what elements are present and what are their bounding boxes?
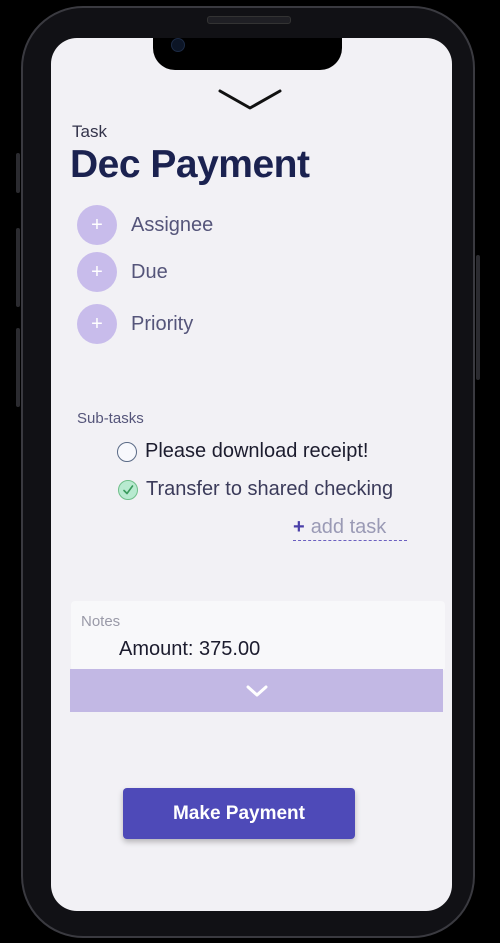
volume-down-button (16, 328, 20, 407)
field-priority[interactable]: + Priority (77, 304, 193, 344)
plus-icon: + (293, 516, 305, 538)
field-due[interactable]: + Due (77, 252, 168, 292)
make-payment-button[interactable]: Make Payment (123, 788, 355, 839)
subtask-item[interactable]: Please download receipt! (117, 440, 368, 463)
notes-label: Notes (81, 613, 121, 630)
field-label-priority: Priority (131, 312, 194, 335)
speaker-grille (207, 16, 291, 24)
chevron-down-icon (246, 685, 267, 696)
task-title: Dec Payment (70, 143, 310, 186)
checkbox-unchecked-icon[interactable] (117, 441, 137, 462)
checkmark-icon (123, 484, 134, 494)
chevron-down-icon[interactable] (218, 88, 282, 112)
front-camera (171, 38, 185, 52)
subtask-text: Transfer to shared checking (146, 478, 394, 500)
add-task-button[interactable]: + add task (293, 516, 407, 541)
volume-up-button (16, 228, 20, 307)
subtask-text: Please download receipt! (145, 440, 369, 462)
checkbox-checked-icon[interactable] (118, 479, 138, 500)
subtasks-label: Sub-tasks (77, 410, 144, 427)
notes-body[interactable]: Amount: 375.00 (119, 638, 260, 661)
power-button (476, 255, 480, 380)
add-task-label: add task (310, 516, 387, 538)
silent-switch (16, 153, 20, 193)
expand-notes-button[interactable] (70, 669, 443, 712)
subtask-item[interactable]: Transfer to shared checking (118, 478, 393, 501)
field-label-assignee: Assignee (131, 213, 214, 236)
plus-icon[interactable]: + (77, 205, 117, 245)
plus-icon[interactable]: + (77, 252, 117, 292)
task-label: Task (72, 122, 107, 141)
field-label-due: Due (131, 260, 168, 283)
plus-icon[interactable]: + (77, 304, 117, 344)
field-assignee[interactable]: + Assignee (77, 205, 213, 245)
notes-card[interactable]: Notes Amount: 375.00 (71, 601, 445, 671)
